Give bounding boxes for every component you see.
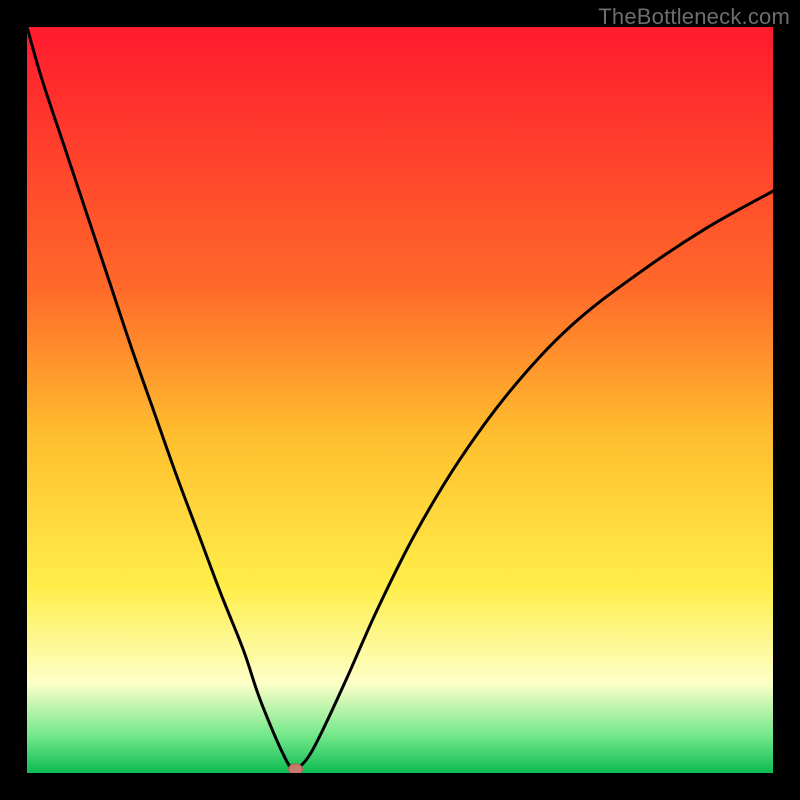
- severity-gradient: [27, 27, 773, 773]
- bottleneck-chart: [27, 27, 773, 773]
- chart-frame: TheBottleneck.com: [0, 0, 800, 800]
- plot-area: [27, 27, 773, 773]
- minimum-marker: [289, 764, 303, 773]
